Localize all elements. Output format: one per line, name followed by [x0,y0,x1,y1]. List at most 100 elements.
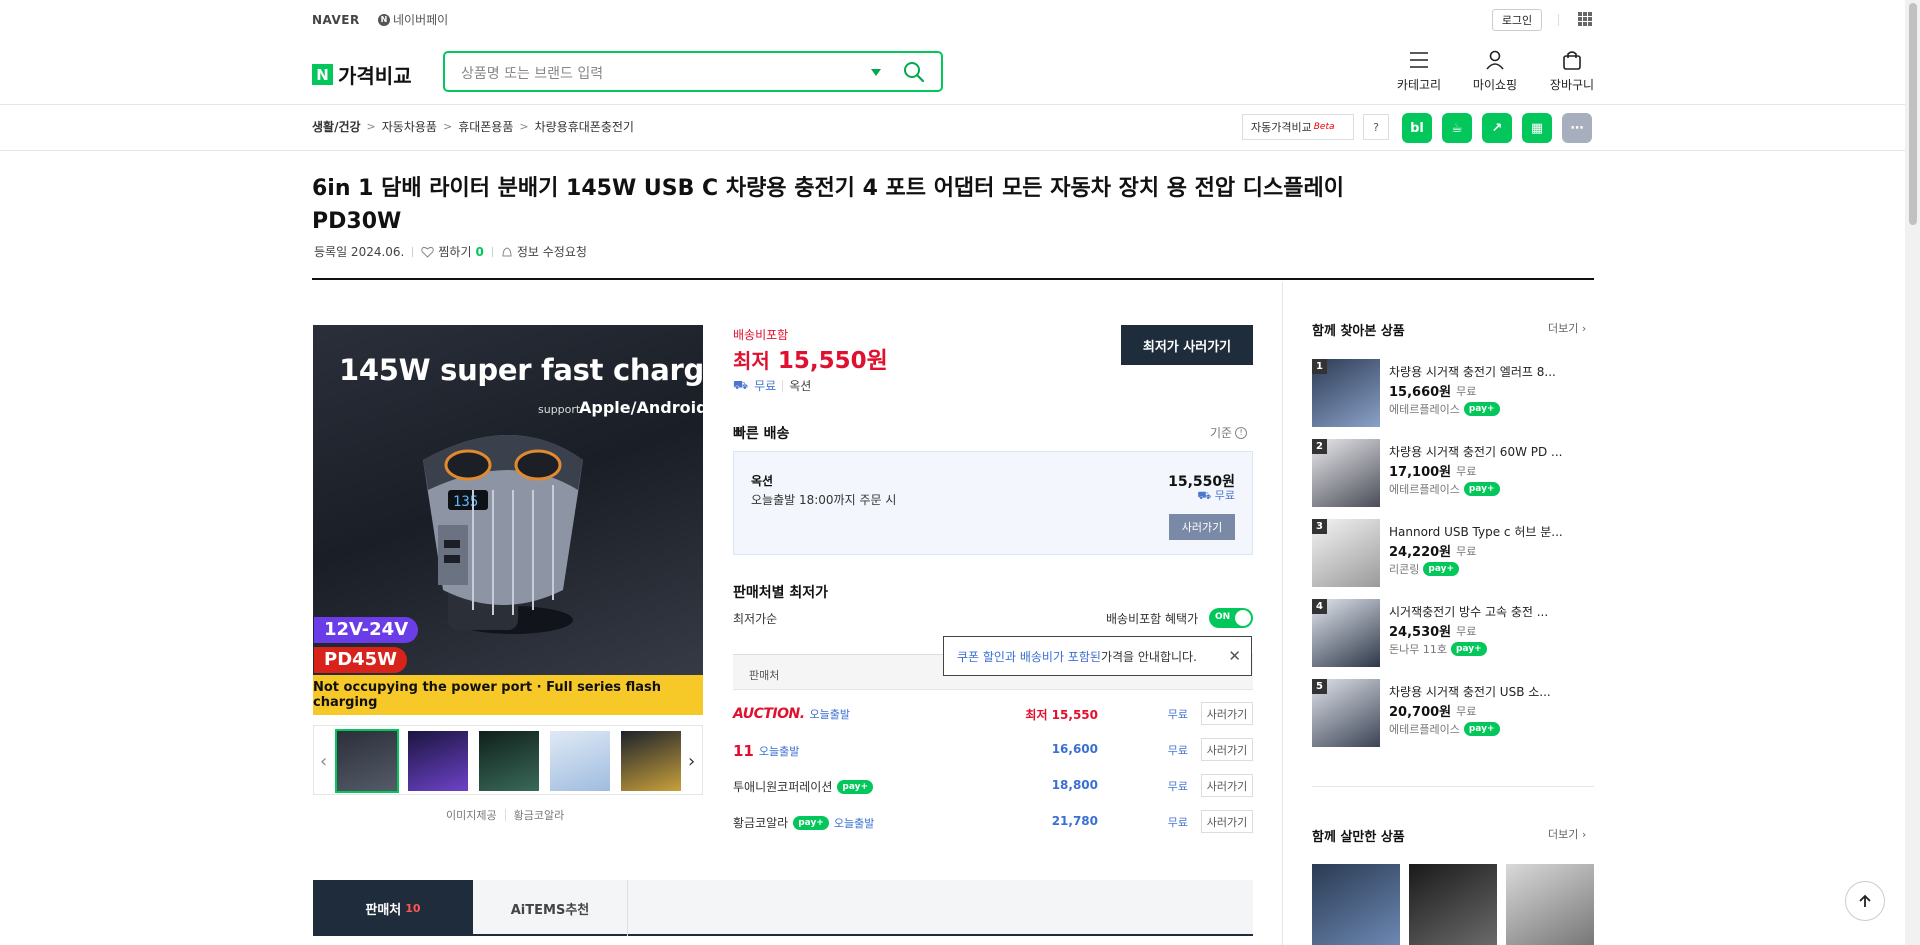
band-share-icon[interactable]: ↗ [1482,113,1512,143]
more-share-icon[interactable]: ⋯ [1562,113,1592,143]
thumbnail[interactable] [335,729,399,793]
seller-row[interactable]: 11 오늘출발 16,600 무료 사러가기 [733,732,1253,768]
seller-row[interactable]: AUCTION. 오늘출발 최저 15,550 무료 사러가기 [733,696,1253,732]
info-icon: ! [1235,426,1248,439]
recommended-item[interactable]: 5 차량용 시거잭 충전기 USB 소... 20,700원 무료 에테르플레이스… [1312,679,1572,749]
thumb-next-icon[interactable]: › [688,751,695,772]
heart-icon [421,246,435,258]
shipping-info: ⛟ 무료 옥션 [733,377,811,394]
seller-buy-button[interactable]: 사러가기 [1201,810,1253,833]
npay-link[interactable]: N 네이버페이 [378,11,448,28]
fast-seller: 옥션 [751,474,774,488]
charger-illustration: 135 [423,435,583,634]
auto-compare-button[interactable]: 자동가격비교 Beta [1242,114,1354,140]
title-divider [312,278,1594,280]
wish-button[interactable]: 찜하기 0 [421,243,484,260]
tooltip-text: 가격을 안내합니다. [1100,649,1197,664]
bought-more-link[interactable]: 더보기 › [1548,826,1586,842]
recommended-price: 15,660원 [1389,385,1452,400]
detail-tabs: 판매처 10 AiTEMS추천 [313,880,1253,936]
chevron-down-icon[interactable] [871,69,881,76]
scrollbar-thumb[interactable] [1909,3,1917,225]
help-button[interactable]: ? [1363,114,1389,140]
sort-label[interactable]: 최저가순 [733,610,777,627]
seller-row[interactable]: 황금코알라 pay+ 오늘출발 21,780 무료 사러가기 [733,804,1253,840]
seller-buy-button[interactable]: 사러가기 [1201,702,1253,725]
seller-price: 최저 15,550 [1025,708,1098,722]
breadcrumb-divider [0,150,1905,151]
login-button[interactable]: 로그인 [1492,9,1542,31]
recommended-ship: 무료 [1456,384,1477,398]
price-compare-logo[interactable]: N 가격비교 [312,60,412,89]
fast-basis[interactable]: 기준! [1210,424,1248,441]
fast-buy-button[interactable]: 사러가기 [1169,514,1235,540]
tab-aitems[interactable]: AiTEMS추천 [473,880,628,936]
seller-ship: 무료 [1167,780,1188,793]
tab-sellers-count: 10 [405,901,421,915]
breadcrumb-item[interactable]: 휴대폰용품 [458,118,513,135]
buy-lowest-button[interactable]: 최저가 사러가기 [1121,325,1253,365]
cafe-share-icon[interactable]: ☕ [1442,113,1472,143]
category-button[interactable]: 카테고리 [1384,50,1454,93]
breadcrumb-item[interactable]: 생활/건강 [312,118,361,135]
recommended-item[interactable]: 1 차량용 시거잭 충전기 엘러프 8... 15,660원 무료 에테르플레이스… [1312,359,1572,429]
recommended-seller: 에테르플레이스 [1389,403,1460,416]
myshopping-button[interactable]: 마이쇼핑 [1460,50,1530,93]
recommended-price: 17,100원 [1389,465,1452,480]
breadcrumb-separator: > [519,120,529,133]
seller-name: 투애니원코퍼레이션 [733,780,833,794]
breadcrumb-item[interactable]: 자동차용품 [382,118,437,135]
seller-row[interactable]: 투애니원코퍼레이션 pay+ 18,800 무료 사러가기 [733,768,1253,804]
apps-grid-icon[interactable] [1578,12,1592,26]
npay-badge: pay+ [1463,482,1500,496]
thumb-prev-icon[interactable]: ‹ [320,751,327,772]
search-icon[interactable] [903,61,925,87]
user-icon [1486,50,1504,70]
product-main-image[interactable]: 135 145W super fast charging support App… [313,325,703,715]
keep-share-icon[interactable]: ▦ [1522,113,1552,143]
seller-buy-button[interactable]: 사러가기 [1201,774,1253,797]
tooltip-highlight: 쿠폰 할인과 배송비가 포함된 [957,649,1101,664]
tab-sellers[interactable]: 판매처 10 [313,880,473,936]
thumbnail[interactable] [621,731,681,791]
recommended-title: Hannord USB Type c 허브 분... [1389,525,1563,539]
close-icon[interactable]: ✕ [1228,647,1241,665]
seller-section-title: 판매처별 최저가 [733,585,829,601]
viewed-more-link[interactable]: 더보기 › [1548,320,1586,336]
npay-badge: pay+ [837,779,874,794]
npay-label: 네이버페이 [393,13,449,27]
seller-price: 21,780 [1051,814,1098,828]
toggle-knob [1235,610,1251,626]
benefit-toggle[interactable]: ON [1209,608,1253,628]
recommended-price: 24,220원 [1389,545,1452,560]
seller-ship: 무료 [1167,816,1188,829]
thumbnail[interactable] [479,731,539,791]
thumbnail[interactable] [408,731,468,791]
breadcrumb-item[interactable]: 차량용휴대폰충전기 [535,118,634,135]
bought-together-item[interactable] [1312,864,1400,945]
seller-buy-button[interactable]: 사러가기 [1201,738,1253,761]
breadcrumb-separator: > [442,120,453,133]
wish-label: 찜하기 [438,245,472,259]
recommended-price: 24,530원 [1389,625,1452,640]
search-input[interactable]: 상품명 또는 브랜드 입력 [461,63,603,83]
blog-share-icon[interactable]: bl [1402,113,1432,143]
scroll-top-button[interactable] [1845,881,1885,921]
rank-badge: 3 [1312,519,1327,534]
recommended-item[interactable]: 4 시거잭충전기 방수 고속 충전 ... 24,530원 무료 돈나무 11호 p… [1312,599,1572,669]
report-button[interactable]: 정보 수정요청 [501,243,587,260]
cart-button[interactable]: 장바구니 [1537,50,1607,93]
image-credit-label: 이미지제공 [446,809,497,822]
page-scrollbar[interactable] [1905,0,1920,945]
voltage-badge: 12V-24V [314,617,419,643]
bought-together-item[interactable] [1409,864,1497,945]
fast-delivery-title: 빠른 배송 [733,426,790,442]
recommended-item[interactable]: 2 차량용 시거잭 충전기 60W PD ... 17,100원 무료 에테르플레… [1312,439,1572,509]
arrow-up-icon [1859,894,1871,907]
breadcrumb: 생활/건강 > 자동차용품 > 휴대폰용품 > 차량용휴대폰충전기 [312,118,634,135]
recommended-item[interactable]: 3 Hannord USB Type c 허브 분... 24,220원 무료 리… [1312,519,1572,589]
bought-together-item[interactable] [1506,864,1594,945]
search-box[interactable]: 상품명 또는 브랜드 입력 [443,51,943,92]
naver-logo[interactable]: NAVER [312,13,360,27]
thumbnail[interactable] [550,731,610,791]
